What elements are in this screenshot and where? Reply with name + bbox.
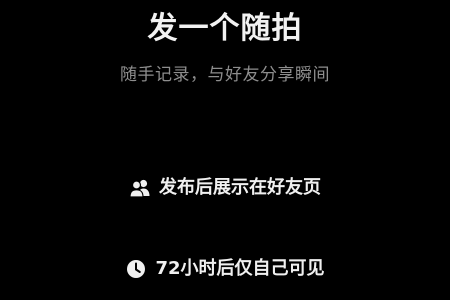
friends-icon [129,177,151,199]
page-subtitle: 随手记录，与好友分享瞬间 [120,65,330,85]
feature-label: 发布后展示在好友页 [159,177,321,198]
feature-label: 72小时后仅自己可见 [155,258,325,279]
clock-icon [125,258,147,280]
feature-72h-private: 72小时后仅自己可见 [0,257,450,281]
feature-show-on-friends-page: 发布后展示在好友页 [0,176,450,200]
page-title: 发一个随拍 [147,11,303,46]
